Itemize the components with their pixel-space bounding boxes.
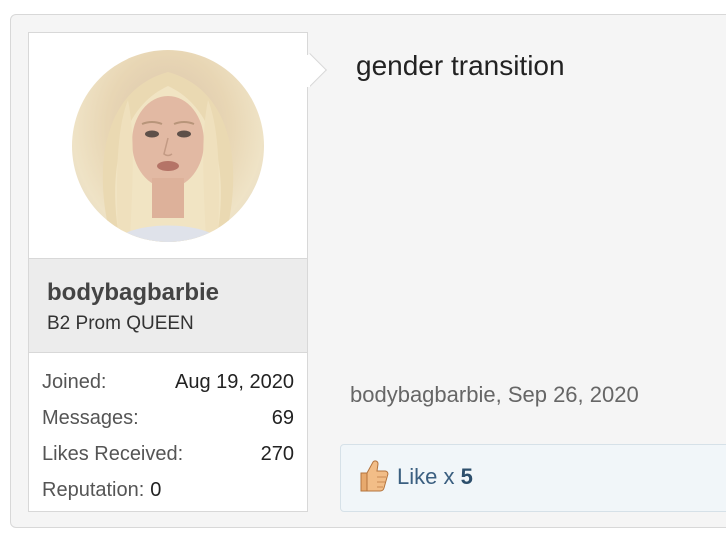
- like-label: Like x: [397, 464, 455, 489]
- stat-label-text: Reputation:: [42, 479, 145, 501]
- user-stats: Joined: Aug 19, 2020 Messages: 69 Likes …: [42, 366, 294, 510]
- post-author-link[interactable]: bodybagbarbie: [350, 382, 496, 407]
- stat-label: Reputation: 0: [42, 474, 161, 506]
- thumbs-up-icon: [357, 459, 389, 498]
- stat-label: Messages:: [42, 407, 139, 429]
- post-date-link[interactable]: Sep 26, 2020: [508, 382, 639, 407]
- stat-reputation: Reputation: 0: [42, 474, 294, 510]
- meta-separator: ,: [495, 382, 508, 407]
- like-summary-text[interactable]: Like x 5: [397, 464, 473, 490]
- stat-label: Likes Received:: [42, 443, 184, 465]
- stat-joined: Joined: Aug 19, 2020: [42, 366, 294, 402]
- stat-value[interactable]: 69: [272, 402, 294, 434]
- user-name-box: bodybagbarbie B2 Prom QUEEN: [29, 258, 307, 353]
- avatar[interactable]: [72, 50, 264, 242]
- username-link[interactable]: bodybagbarbie: [47, 279, 219, 307]
- stat-label: Joined:: [42, 371, 107, 393]
- stat-likes-received: Likes Received: 270: [42, 438, 294, 474]
- like-count: 5: [460, 464, 473, 489]
- stat-value: 270: [260, 443, 294, 465]
- stat-value: 0: [150, 479, 162, 501]
- message-body: gender transition: [356, 50, 565, 81]
- likes-summary: Like x 5: [340, 444, 726, 512]
- stat-value: Aug 19, 2020: [175, 371, 294, 393]
- post-meta: bodybagbarbie, Sep 26, 2020: [350, 382, 639, 408]
- user-title: B2 Prom QUEEN: [47, 313, 194, 334]
- stat-messages: Messages: 69: [42, 402, 294, 438]
